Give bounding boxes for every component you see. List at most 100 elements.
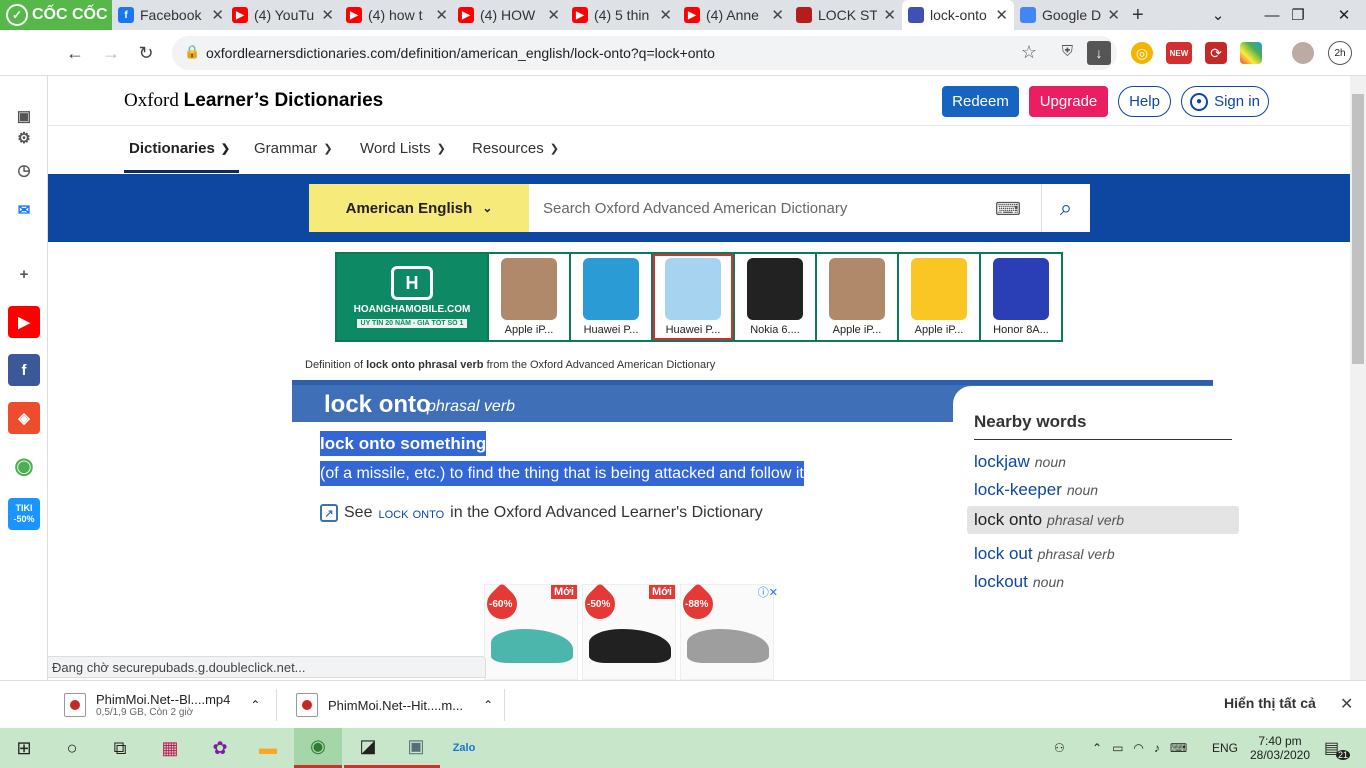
- shoe-ad[interactable]: -60% Mới -50% Mới -88% ⓘ✕: [480, 582, 778, 680]
- download-item-1[interactable]: PhimMoi.Net--Bl....mp4 0,5/1,9 GB, Còn 2 …: [64, 687, 264, 723]
- extension-coccoc-icon[interactable]: ◎: [1131, 42, 1153, 64]
- forward-button[interactable]: →: [96, 38, 126, 68]
- close-tab-icon[interactable]: ✕: [321, 6, 334, 24]
- menu-resources[interactable]: Resources ❯: [472, 140, 559, 157]
- app-icon-4[interactable]: ▣: [392, 728, 440, 768]
- windows-start-icon[interactable]: ⊞: [0, 728, 48, 768]
- tab-8[interactable]: lock-onto ✕: [902, 0, 1014, 30]
- download-icon[interactable]: ↓: [1087, 41, 1111, 65]
- tab-5[interactable]: ▶ (4) 5 thin ✕: [566, 0, 678, 30]
- menu-grammar[interactable]: Grammar ❯: [254, 140, 333, 157]
- extension-grid-icon[interactable]: [1240, 42, 1262, 64]
- ad-phone-item[interactable]: Apple iP...: [899, 254, 979, 340]
- new-tab-button[interactable]: +: [1126, 0, 1156, 30]
- notifications-icon[interactable]: ▤ 21: [1324, 728, 1351, 768]
- ad-phone-item[interactable]: Honor 8A...: [981, 254, 1061, 340]
- close-tab-icon[interactable]: ✕: [435, 6, 448, 24]
- extension-new-icon[interactable]: NEW: [1166, 42, 1192, 64]
- ad-phone-item[interactable]: Apple iP...: [817, 254, 897, 340]
- profile-timer-badge[interactable]: 2h: [1328, 41, 1352, 65]
- tab-6[interactable]: ▶ (4) Anne ✕: [678, 0, 790, 30]
- ad-phone-item[interactable]: Huawei P...: [653, 254, 733, 340]
- search-icon[interactable]: ○: [48, 728, 96, 768]
- url-field[interactable]: 🔒 oxfordlearnersdictionaries.com/definit…: [172, 36, 1117, 70]
- close-tab-icon[interactable]: ✕: [1107, 6, 1120, 24]
- upgrade-button[interactable]: Upgrade: [1029, 86, 1108, 117]
- close-window-button[interactable]: ✕: [1324, 0, 1364, 30]
- app-icon-3[interactable]: ◪: [344, 728, 392, 768]
- tab-1[interactable]: f Facebook ✕: [112, 0, 230, 30]
- app-icon-2[interactable]: ✿: [196, 728, 244, 768]
- close-tab-icon[interactable]: ✕: [659, 6, 672, 24]
- close-tab-icon[interactable]: ✕: [995, 6, 1008, 24]
- search-button[interactable]: ⌕: [1041, 184, 1090, 232]
- add-icon[interactable]: +: [8, 258, 40, 290]
- scrollbar-thumb[interactable]: [1352, 94, 1364, 364]
- avatar[interactable]: [1292, 42, 1314, 64]
- menu-dictionaries[interactable]: Dictionaries ❯: [129, 140, 230, 157]
- facebook-icon[interactable]: f: [8, 354, 40, 386]
- ad-phone-item[interactable]: Apple iP...: [489, 254, 569, 340]
- tab-search-icon[interactable]: ⌄: [1198, 0, 1238, 30]
- language-indicator[interactable]: ENG: [1212, 728, 1238, 768]
- keyboard-icon[interactable]: ⌨: [995, 199, 1021, 220]
- messenger-icon[interactable]: ✉: [8, 194, 40, 226]
- close-tab-icon[interactable]: ✕: [883, 6, 896, 24]
- close-tab-icon[interactable]: ✕: [771, 6, 784, 24]
- coccoc-icon[interactable]: ◉: [8, 450, 40, 482]
- youtube-icon[interactable]: ▶: [8, 306, 40, 338]
- ad-banner[interactable]: H HOANGHAMOBILE.COM UY TÍN 20 NĂM - GIÁ …: [335, 252, 1063, 342]
- shopee-icon[interactable]: ◈: [8, 402, 40, 434]
- tab-2[interactable]: ▶ (4) YouTu ✕: [226, 0, 340, 30]
- task-view-icon[interactable]: ⧉: [96, 728, 144, 768]
- people-icon[interactable]: ⚇: [1054, 728, 1065, 768]
- extension-red-icon[interactable]: ⟳: [1205, 42, 1227, 64]
- lock-icon[interactable]: 🔒: [184, 44, 200, 60]
- external-link-icon[interactable]: ↗: [320, 504, 338, 522]
- search-input[interactable]: Search Oxford Advanced American Dictiona…: [529, 184, 1041, 232]
- chevron-up-icon[interactable]: ⌃: [483, 698, 493, 712]
- app-icon-1[interactable]: ▦: [146, 728, 194, 768]
- scrollbar[interactable]: [1350, 76, 1366, 680]
- shoe-ad-item[interactable]: -60% Mới: [480, 582, 578, 680]
- nearby-word-item[interactable]: lockout noun: [974, 572, 1064, 592]
- clock[interactable]: 7:40 pm 28/03/2020: [1250, 728, 1310, 768]
- maximize-button[interactable]: ❐: [1278, 0, 1318, 30]
- download-item-2[interactable]: PhimMoi.Net--Hit....m... ⌃: [296, 687, 496, 723]
- menu-word-lists[interactable]: Word Lists ❯: [360, 140, 446, 157]
- site-logo[interactable]: Oxford Learner’s Dictionaries: [124, 90, 383, 112]
- shoe-ad-item[interactable]: -50% Mới: [578, 582, 676, 680]
- show-all-downloads-link[interactable]: Hiển thị tất cả: [1224, 695, 1316, 711]
- tab-3[interactable]: ▶ (4) how t ✕: [340, 0, 454, 30]
- redeem-button[interactable]: Redeem: [942, 86, 1019, 117]
- tab-7[interactable]: LOCK STI ✕: [790, 0, 902, 30]
- settings-icon[interactable]: ⚙: [8, 122, 40, 154]
- shield-icon[interactable]: ⛨: [1062, 43, 1073, 60]
- coccoc-taskbar-icon[interactable]: ◉: [294, 728, 342, 768]
- close-tab-icon[interactable]: ✕: [547, 6, 560, 24]
- system-tray-icons[interactable]: ⌃ ▭ ◠ ♪ ⌨: [1092, 728, 1187, 768]
- nearby-word-item[interactable]: lockjaw noun: [974, 452, 1066, 472]
- help-button[interactable]: Help: [1118, 86, 1171, 117]
- ad-close-icon[interactable]: ⓘ✕: [758, 584, 778, 600]
- chevron-up-icon[interactable]: ⌃: [250, 698, 260, 712]
- close-downloads-icon[interactable]: ✕: [1340, 694, 1353, 714]
- dictionary-select[interactable]: American English ⌄: [309, 184, 529, 232]
- tab-9[interactable]: Google D ✕: [1014, 0, 1126, 30]
- coccoc-menu-button[interactable]: ✓ CỐC CỐC: [0, 0, 112, 30]
- sign-in-button[interactable]: ● Sign in: [1181, 86, 1269, 117]
- bookmark-star-icon[interactable]: ☆: [1021, 42, 1037, 63]
- see-also-link[interactable]: lock onto: [378, 505, 444, 522]
- back-button[interactable]: ←: [60, 38, 90, 68]
- nearby-word-item[interactable]: lock out phrasal verb: [974, 544, 1115, 564]
- reload-button[interactable]: ↻: [131, 38, 161, 68]
- tiki-icon[interactable]: TIKI -50%: [8, 498, 40, 530]
- tab-4[interactable]: ▶ (4) HOW ✕: [452, 0, 566, 30]
- file-explorer-icon[interactable]: ▬: [244, 728, 292, 768]
- nearby-word-item[interactable]: lock-keeper noun: [974, 480, 1098, 500]
- ad-phone-item[interactable]: Huawei P...: [571, 254, 651, 340]
- ad-phone-item[interactable]: Nokia 6....: [735, 254, 815, 340]
- ad-brand-logo[interactable]: H HOANGHAMOBILE.COM UY TÍN 20 NĂM - GIÁ …: [337, 254, 487, 340]
- zalo-icon[interactable]: Zalo: [440, 728, 488, 768]
- close-tab-icon[interactable]: ✕: [211, 6, 224, 24]
